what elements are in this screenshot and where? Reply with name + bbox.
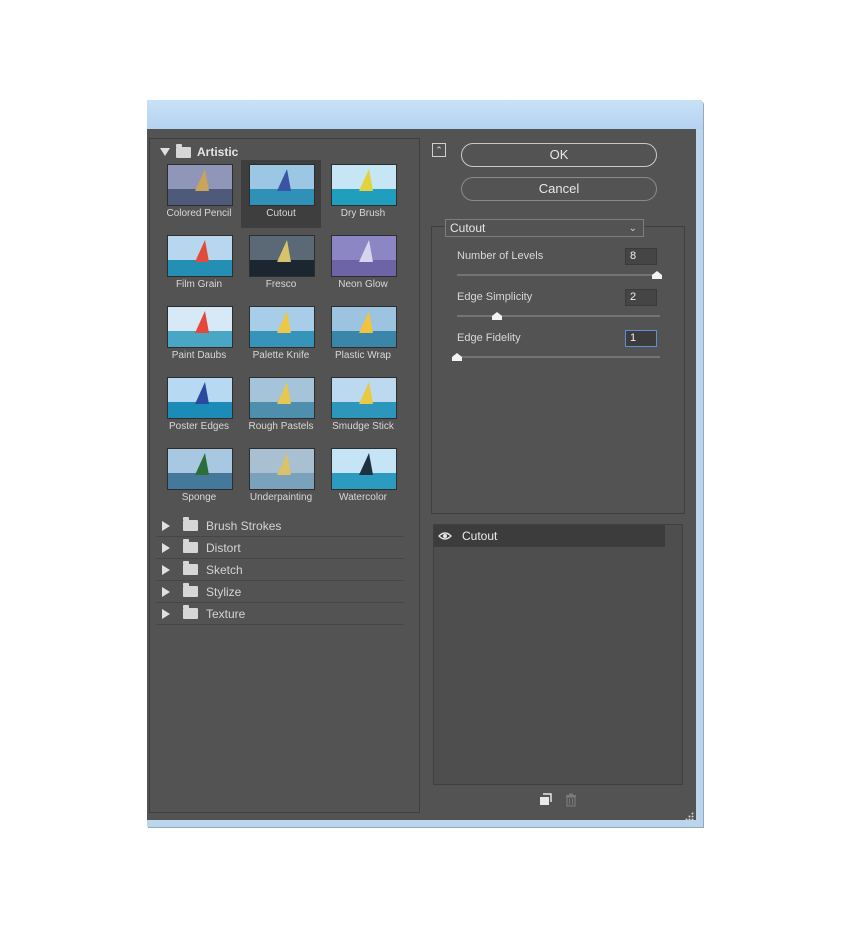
- filter-thumb-neon-glow[interactable]: Neon Glow: [323, 231, 403, 299]
- expand-triangle-icon: [162, 608, 170, 619]
- expand-triangle-icon: [162, 542, 170, 553]
- filter-thumb-label: Poster Edges: [168, 421, 230, 432]
- category-brush-strokes[interactable]: Brush Strokes: [156, 515, 404, 537]
- filter-thumb-label: Fresco: [265, 279, 297, 290]
- filter-preview-image: [167, 164, 233, 206]
- filter-preview-image: [331, 164, 397, 206]
- new-layer-icon[interactable]: [538, 793, 552, 812]
- category-artistic[interactable]: Artistic: [160, 143, 238, 161]
- edge-simplicity-input[interactable]: 2: [625, 289, 657, 306]
- filter-thumb-label: Paint Daubs: [171, 350, 227, 361]
- expand-triangle-icon: [162, 564, 170, 575]
- filter-preview-image: [249, 164, 315, 206]
- category-label: Brush Strokes: [206, 518, 282, 533]
- category-label: Distort: [206, 540, 241, 555]
- filter-preview-image: [249, 306, 315, 348]
- filter-thumb-label: Colored Pencil: [166, 208, 232, 219]
- filter-thumb-paint-daubs[interactable]: Paint Daubs: [159, 302, 239, 370]
- filter-preview-image: [249, 377, 315, 419]
- filter-thumb-cutout[interactable]: Cutout: [241, 160, 321, 228]
- filter-browser-panel: Artistic Colored Pencil Cutout Dry Brush Fi…: [149, 138, 420, 813]
- category-label: Stylize: [206, 584, 242, 599]
- filter-thumb-smudge-stick[interactable]: Smudge Stick: [323, 373, 403, 441]
- filter-preview-image: [167, 377, 233, 419]
- effect-layers-panel: [433, 524, 683, 785]
- edge-simplicity-slider-track[interactable]: [457, 315, 660, 317]
- filter-thumb-dry-brush[interactable]: Dry Brush: [323, 160, 403, 228]
- filter-thumb-label: Watercolor: [339, 492, 387, 503]
- filter-preview-image: [331, 448, 397, 490]
- category-sketch[interactable]: Sketch: [156, 559, 404, 581]
- category-texture[interactable]: Texture: [156, 603, 404, 625]
- eye-icon[interactable]: [434, 525, 456, 547]
- layer-actions: [538, 793, 578, 812]
- effect-layer-row[interactable]: Cutout: [434, 525, 665, 547]
- ok-button[interactable]: OK: [461, 143, 657, 167]
- folder-icon: [183, 583, 198, 597]
- filter-thumb-label: Rough Pastels: [248, 421, 314, 432]
- chevron-down-icon: ⌄: [628, 223, 637, 234]
- filter-thumb-label: Cutout: [266, 208, 296, 219]
- edge-fidelity-label: Edge Fidelity: [457, 332, 521, 344]
- filter-thumb-label: Plastic Wrap: [335, 350, 391, 361]
- expand-triangle-icon: [162, 586, 170, 597]
- title-bar[interactable]: [147, 100, 703, 129]
- filter-thumb-film-grain[interactable]: Film Grain: [159, 231, 239, 299]
- filter-preview-image: [167, 306, 233, 348]
- filter-thumb-fresco[interactable]: Fresco: [241, 231, 321, 299]
- number-of-levels-label: Number of Levels: [457, 250, 544, 262]
- edge-fidelity-slider-track[interactable]: [457, 356, 660, 358]
- folder-icon: [183, 539, 198, 553]
- expand-triangle-icon: [160, 148, 170, 156]
- collapse-panel-button[interactable]: ⌃: [432, 143, 446, 157]
- expand-triangle-icon: [162, 520, 170, 531]
- cancel-button[interactable]: Cancel: [461, 177, 657, 201]
- filter-preview-image: [167, 448, 233, 490]
- filter-type-dropdown[interactable]: Cutout ⌄: [445, 219, 644, 237]
- filter-thumb-underpainting[interactable]: Underpainting: [241, 444, 321, 512]
- filter-preview-image: [249, 235, 315, 277]
- filter-thumb-plastic-wrap[interactable]: Plastic Wrap: [323, 302, 403, 370]
- filter-gallery-window: Artistic Colored Pencil Cutout Dry Brush Fi…: [147, 100, 703, 827]
- filter-thumb-watercolor[interactable]: Watercolor: [323, 444, 403, 512]
- filter-thumb-label: Palette Knife: [252, 350, 310, 361]
- number-of-levels-input[interactable]: 8: [625, 248, 657, 265]
- filter-thumb-label: Neon Glow: [338, 279, 388, 290]
- window-frame-bottom: [147, 820, 703, 827]
- edge-fidelity-input[interactable]: 1: [625, 330, 657, 347]
- filter-thumb-poster-edges[interactable]: Poster Edges: [159, 373, 239, 441]
- filter-preview-image: [331, 377, 397, 419]
- folder-icon: [183, 561, 198, 575]
- dialog-body: Artistic Colored Pencil Cutout Dry Brush Fi…: [147, 129, 696, 821]
- effect-layer-label: Cutout: [462, 529, 498, 543]
- filter-thumb-sponge[interactable]: Sponge: [159, 444, 239, 512]
- filter-preview-image: [249, 448, 315, 490]
- filter-thumb-label: Dry Brush: [340, 208, 386, 219]
- filter-preview-image: [331, 306, 397, 348]
- filter-thumb-label: Underpainting: [249, 492, 313, 503]
- filter-thumb-palette-knife[interactable]: Palette Knife: [241, 302, 321, 370]
- filter-thumb-label: Sponge: [181, 492, 217, 503]
- filter-preview-image: [331, 235, 397, 277]
- folder-icon: [176, 143, 191, 158]
- filter-thumb-label: Smudge Stick: [332, 421, 394, 432]
- filter-thumb-label: Film Grain: [175, 279, 223, 290]
- category-label: Texture: [206, 606, 246, 621]
- folder-icon: [183, 605, 198, 619]
- edge-simplicity-label: Edge Simplicity: [457, 291, 533, 303]
- delete-layer-icon[interactable]: [564, 793, 578, 812]
- filter-thumb-rough-pastels[interactable]: Rough Pastels: [241, 373, 321, 441]
- category-distort[interactable]: Distort: [156, 537, 404, 559]
- window-frame-right: [696, 129, 703, 827]
- category-stylize[interactable]: Stylize: [156, 581, 404, 603]
- filter-type-value: Cutout: [450, 221, 486, 235]
- folder-icon: [183, 517, 198, 531]
- filter-settings-box: [431, 226, 685, 514]
- resize-grip-icon[interactable]: [684, 808, 694, 821]
- category-label: Sketch: [206, 562, 243, 577]
- number-of-levels-slider-track[interactable]: [457, 274, 660, 276]
- category-label: Artistic: [197, 145, 239, 159]
- filter-thumb-colored-pencil[interactable]: Colored Pencil: [159, 160, 239, 228]
- filter-preview-image: [167, 235, 233, 277]
